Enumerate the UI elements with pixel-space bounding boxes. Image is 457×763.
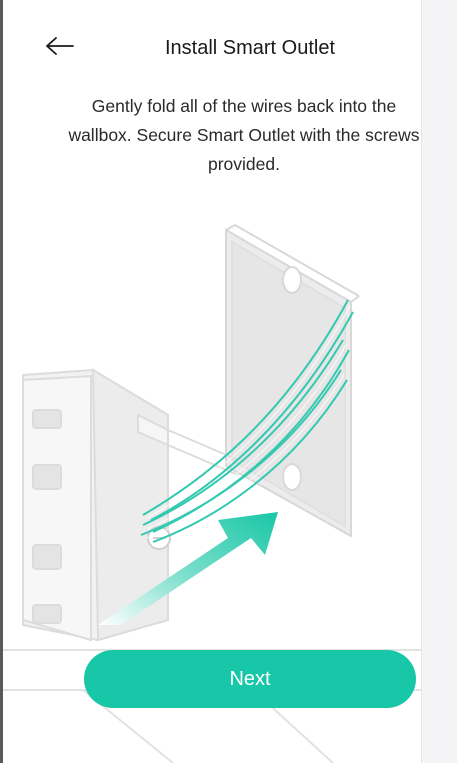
page-title: Install Smart Outlet [164, 37, 336, 59]
outlet-body [22, 368, 239, 642]
instruction-text: Gently fold all of the wires back into t… [68, 96, 420, 174]
header: Install Smart Outlet [0, 26, 421, 70]
next-button[interactable]: Next [84, 650, 416, 708]
wallbox-plate [225, 224, 360, 538]
install-screen: Install Smart Outlet Gently fold all of … [0, 0, 457, 763]
